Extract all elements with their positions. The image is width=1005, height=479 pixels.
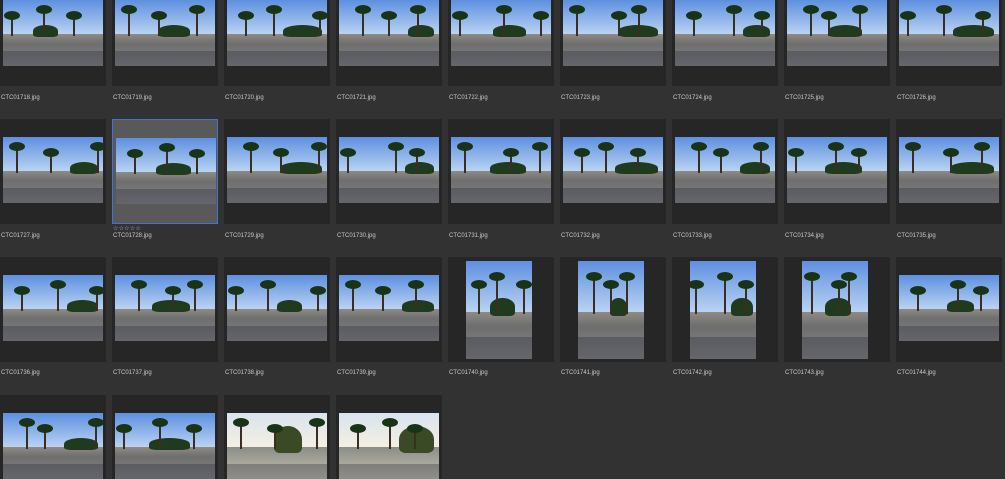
photo-thumbnail[interactable] [115, 275, 215, 341]
thumbnail-filename: CTC01727.jpg [1, 233, 40, 239]
thumbnail-filename: CTC01725.jpg [785, 95, 824, 101]
thumbnail-filename: CTC01740.jpg [449, 370, 488, 376]
photo-thumbnail[interactable] [227, 137, 327, 203]
thumbnail-cell[interactable] [784, 119, 890, 224]
thumbnail-cell[interactable] [336, 119, 442, 224]
photo-thumbnail[interactable] [115, 413, 215, 479]
thumbnail-filename: CTC01744.jpg [897, 370, 936, 376]
photo-thumbnail[interactable] [3, 0, 103, 66]
thumbnail-filename: CTC01729.jpg [225, 233, 264, 239]
thumbnail-filename: CTC01726.jpg [897, 95, 936, 101]
photo-thumbnail[interactable] [339, 137, 439, 203]
photo-thumbnail[interactable] [690, 261, 756, 359]
thumbnail-cell[interactable] [336, 0, 442, 86]
thumbnail-cell[interactable] [224, 395, 330, 479]
photo-thumbnail[interactable] [3, 137, 103, 203]
thumbnail-cell[interactable] [224, 257, 330, 362]
photo-thumbnail[interactable] [787, 0, 887, 66]
thumbnail-cell[interactable] [560, 257, 666, 362]
thumbnail-filename: CTC01741.jpg [561, 370, 600, 376]
thumbnail-filename: CTC01724.jpg [673, 95, 712, 101]
thumbnail-filename: CTC01718.jpg [1, 95, 40, 101]
thumbnail-cell[interactable] [336, 395, 442, 479]
thumbnail-filename: CTC01735.jpg [897, 233, 936, 239]
photo-thumbnail[interactable] [466, 261, 532, 359]
photo-thumbnail[interactable] [563, 0, 663, 66]
thumbnail-cell[interactable] [336, 257, 442, 362]
thumbnail-filename: CTC01742.jpg [673, 370, 712, 376]
photo-thumbnail[interactable] [578, 261, 644, 359]
thumbnail-cell[interactable] [112, 257, 218, 362]
photo-thumbnail[interactable] [451, 137, 551, 203]
photo-thumbnail[interactable] [675, 137, 775, 203]
thumbnail-cell[interactable] [896, 257, 1002, 362]
photo-thumbnail[interactable] [899, 275, 999, 341]
thumbnail-cell[interactable] [112, 119, 218, 224]
thumbnail-filename: CTC01734.jpg [785, 233, 824, 239]
thumbnail-cell[interactable] [672, 257, 778, 362]
photo-thumbnail[interactable] [227, 275, 327, 341]
photo-thumbnail[interactable] [339, 275, 439, 341]
photo-thumbnail[interactable] [339, 0, 439, 66]
thumbnail-filename: CTC01721.jpg [337, 95, 376, 101]
thumbnail-grid: CTC01718.jpg CTC01719.jpg CTC01720.jpg CTC0… [0, 0, 1005, 479]
thumbnail-filename: CTC01720.jpg [225, 95, 264, 101]
photo-thumbnail[interactable] [899, 137, 999, 203]
thumbnail-filename: CTC01736.jpg [1, 370, 40, 376]
photo-thumbnail[interactable] [115, 0, 215, 66]
thumbnail-cell[interactable] [560, 119, 666, 224]
thumbnail-filename: CTC01737.jpg [113, 370, 152, 376]
photo-thumbnail[interactable] [675, 0, 775, 66]
thumbnail-cell[interactable] [0, 0, 106, 86]
thumbnail-cell[interactable] [672, 119, 778, 224]
thumbnail-filename: CTC01743.jpg [785, 370, 824, 376]
thumbnail-filename: CTC01728.jpg [113, 233, 152, 239]
thumbnail-filename: CTC01731.jpg [449, 233, 488, 239]
thumbnail-cell[interactable] [784, 0, 890, 86]
photo-thumbnail[interactable] [227, 0, 327, 66]
thumbnail-cell[interactable] [560, 0, 666, 86]
thumbnail-filename: CTC01723.jpg [561, 95, 600, 101]
thumbnail-filename: CTC01732.jpg [561, 233, 600, 239]
photo-thumbnail[interactable] [3, 413, 103, 479]
photo-thumbnail[interactable] [339, 413, 439, 479]
thumbnail-cell[interactable] [672, 0, 778, 86]
thumbnail-cell[interactable] [112, 395, 218, 479]
thumbnail-cell[interactable] [448, 119, 554, 224]
thumbnail-cell[interactable] [224, 119, 330, 224]
photo-thumbnail[interactable] [116, 138, 216, 204]
thumbnail-cell[interactable] [448, 257, 554, 362]
thumbnail-filename: CTC01722.jpg [449, 95, 488, 101]
photo-thumbnail[interactable] [227, 413, 327, 479]
thumbnail-cell[interactable] [784, 257, 890, 362]
thumbnail-filename: CTC01739.jpg [337, 370, 376, 376]
thumbnail-cell[interactable] [896, 0, 1002, 86]
photo-thumbnail[interactable] [802, 261, 868, 359]
photo-thumbnail[interactable] [899, 0, 999, 66]
thumbnail-cell[interactable] [0, 119, 106, 224]
thumbnail-filename: CTC01738.jpg [225, 370, 264, 376]
photo-thumbnail[interactable] [3, 275, 103, 341]
thumbnail-filename: CTC01719.jpg [113, 95, 152, 101]
thumbnail-cell[interactable] [896, 119, 1002, 224]
thumbnail-filename: CTC01733.jpg [673, 233, 712, 239]
photo-thumbnail[interactable] [787, 137, 887, 203]
photo-thumbnail[interactable] [451, 0, 551, 66]
thumbnail-cell[interactable] [448, 0, 554, 86]
photo-thumbnail[interactable] [563, 137, 663, 203]
thumbnail-cell[interactable] [0, 395, 106, 479]
thumbnail-filename: CTC01730.jpg [337, 233, 376, 239]
star-rating[interactable]: ☆☆☆☆☆ [113, 225, 141, 232]
thumbnail-cell[interactable] [224, 0, 330, 86]
thumbnail-cell[interactable] [0, 257, 106, 362]
thumbnail-cell[interactable] [112, 0, 218, 86]
